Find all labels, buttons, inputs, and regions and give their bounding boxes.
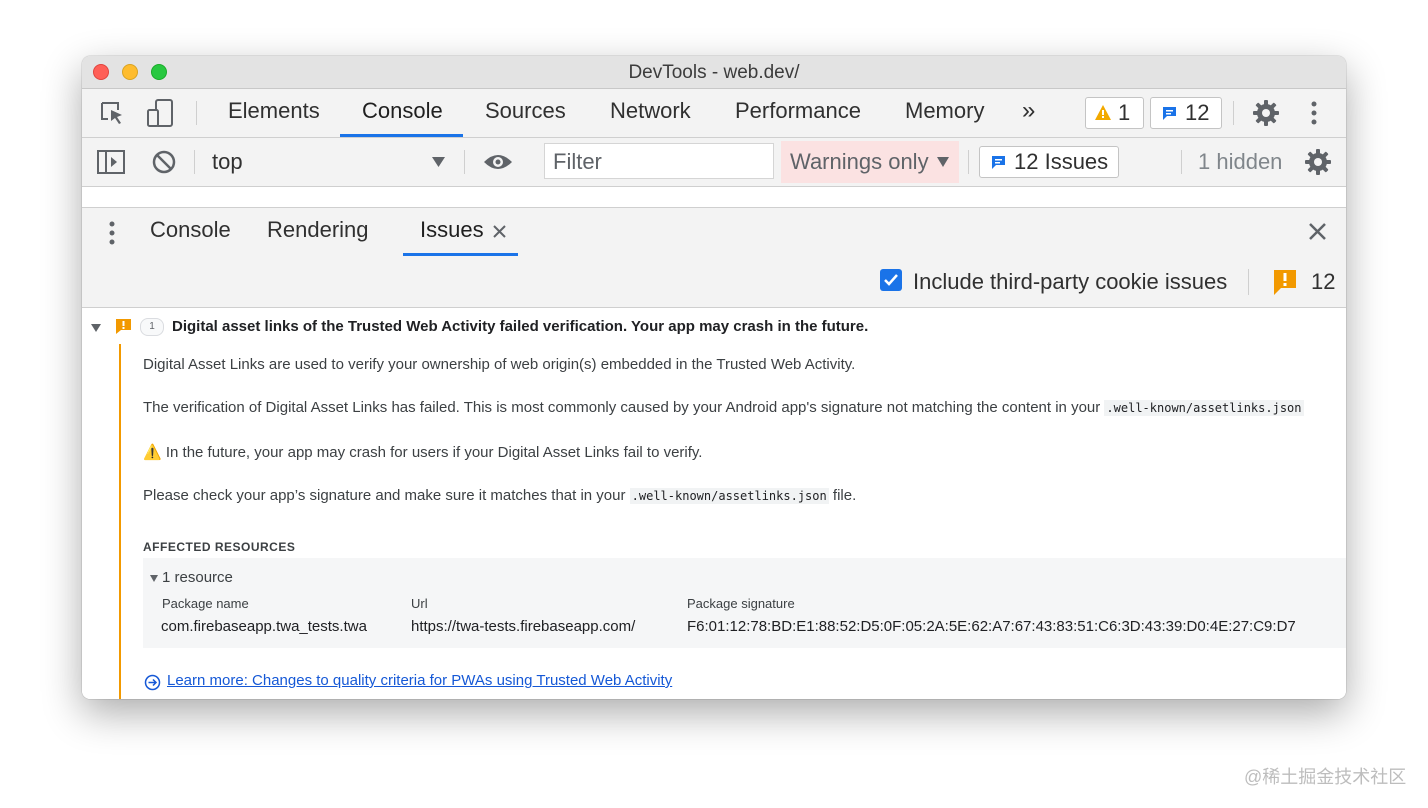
devtools-window: DevTools - web.dev/ Elements Console Sou…: [82, 56, 1346, 699]
messages-counter[interactable]: 12: [1150, 97, 1222, 129]
issue-warning-icon: [1274, 270, 1296, 295]
warnings-count: 1: [1118, 100, 1131, 125]
dropdown-arrow-icon: [937, 157, 949, 167]
window-title: DevTools - web.dev/: [628, 62, 800, 83]
assetlinks-path-code: .well-known/assetlinks.json: [1104, 400, 1304, 416]
messages-count: 12: [1185, 100, 1210, 125]
collapse-arrow-icon[interactable]: [150, 575, 158, 582]
affected-resources-heading: AFFECTED RESOURCES: [143, 540, 296, 554]
column-header-url: Url: [411, 596, 428, 611]
cell-package-name: com.firebaseapp.twa_tests.twa: [161, 618, 367, 635]
warnings-counter[interactable]: 1: [1085, 97, 1144, 129]
console-output-area: [82, 187, 1346, 207]
drawer-tab-rendering[interactable]: Rendering: [267, 208, 369, 256]
context-selector[interactable]: top: [212, 138, 450, 186]
drawer-tab-bar: Console Rendering Issues: [82, 207, 1346, 257]
issue-description-2-text: The verification of Digital Asset Links …: [143, 399, 1101, 416]
affected-resources-table: 1 resource Package name Url Package sign…: [143, 558, 1346, 648]
log-levels-value: Warnings only: [790, 149, 929, 174]
issue-description-1: Digital Asset Links are used to verify y…: [143, 356, 856, 373]
live-expression-eye-icon[interactable]: [483, 152, 513, 172]
issue-title[interactable]: Digital asset links of the Trusted Web A…: [172, 318, 868, 335]
title-bar: DevTools - web.dev/: [82, 56, 1346, 89]
close-tab-icon[interactable]: [493, 225, 506, 238]
toolbar-divider: [1233, 101, 1234, 125]
context-value: top: [212, 149, 243, 174]
device-toolbar-icon[interactable]: [145, 98, 175, 128]
issue-warning-icon: [116, 319, 131, 334]
include-third-party-checkbox[interactable]: [880, 269, 902, 291]
tab-elements[interactable]: Elements: [228, 89, 320, 137]
issue-description-4-suffix: file.: [832, 487, 857, 504]
tab-memory[interactable]: Memory: [905, 89, 984, 137]
toolbar-divider: [464, 150, 465, 174]
issues-total-count: 12: [1311, 269, 1336, 294]
issues-button-label: 12 Issues: [1014, 149, 1109, 174]
resource-toggle[interactable]: 1 resource: [162, 569, 233, 586]
issues-list: 1 Digital asset links of the Trusted Web…: [82, 308, 1346, 699]
tab-console[interactable]: Console: [362, 89, 443, 137]
toolbar-divider: [968, 150, 969, 174]
settings-gear-icon[interactable]: [1252, 99, 1280, 127]
issue-description-3-text: In the future, your app may crash for us…: [165, 444, 703, 461]
tab-performance[interactable]: Performance: [735, 89, 861, 137]
dropdown-arrow-icon: [432, 157, 445, 167]
cell-url: https://twa-tests.firebaseapp.com/: [411, 618, 636, 635]
occurrence-count-badge: 1: [140, 318, 164, 336]
toolbar-divider: [196, 101, 197, 125]
issue-description-2: The verification of Digital Asset Links …: [143, 399, 1304, 416]
issue-severity-bar: [119, 344, 121, 699]
learn-more-link[interactable]: Learn more: Changes to quality criteria …: [167, 672, 672, 689]
toolbar-divider: [1248, 269, 1249, 295]
issue-description-4-text: Please check your app’s signature and ma…: [143, 487, 626, 504]
more-options-icon[interactable]: [1310, 99, 1318, 127]
column-header-package-name: Package name: [162, 596, 249, 611]
watermark-text: @稀土掘金技术社区: [1244, 767, 1407, 787]
toolbar-divider: [1181, 150, 1182, 174]
cell-package-signature: F6:01:12:78:BD:E1:88:52:D5:0F:05:2A:5E:6…: [687, 618, 1296, 635]
assetlinks-path-code: .well-known/assetlinks.json: [629, 488, 829, 504]
main-toolbar: Elements Console Sources Network Perform…: [82, 89, 1346, 138]
learn-more-arrow-icon: [144, 674, 161, 691]
issue-description-4: Please check your app’s signature and ma…: [143, 487, 856, 504]
warning-emoji-icon: ⚠️: [143, 444, 162, 461]
filter-input[interactable]: Filter: [544, 143, 774, 179]
drawer-tab-console[interactable]: Console: [150, 208, 231, 256]
inspect-element-icon[interactable]: [98, 99, 126, 127]
message-icon: [992, 156, 1005, 169]
close-drawer-icon[interactable]: [1308, 222, 1327, 241]
active-tab-indicator: [340, 134, 463, 137]
issue-description-3: ⚠️ In the future, your app may crash for…: [143, 443, 702, 461]
warning-icon: [1095, 105, 1111, 120]
include-third-party-label[interactable]: Include third-party cookie issues: [913, 256, 1227, 307]
issues-toolbar: Include third-party cookie issues 12: [82, 256, 1346, 308]
sidebar-toggle-icon[interactable]: [96, 149, 126, 175]
message-icon: [1163, 107, 1176, 120]
console-settings-gear-icon[interactable]: [1304, 148, 1332, 176]
issues-button[interactable]: 12 Issues: [979, 146, 1119, 178]
tab-network[interactable]: Network: [610, 89, 691, 137]
clear-console-icon[interactable]: [151, 149, 177, 175]
hidden-messages-count: 1 hidden: [1198, 149, 1283, 174]
console-toolbar: top Filter Warnings only 12 Issues 1 hid…: [82, 138, 1346, 187]
more-tabs-chevron-icon[interactable]: »: [1022, 89, 1035, 137]
drawer-tab-issues[interactable]: Issues: [420, 208, 484, 256]
column-header-package-signature: Package signature: [687, 596, 795, 611]
tab-sources[interactable]: Sources: [485, 89, 566, 137]
drawer-menu-icon[interactable]: [108, 220, 116, 246]
log-levels-dropdown[interactable]: Warnings only: [781, 141, 959, 183]
toolbar-divider: [194, 150, 195, 174]
expand-arrow-icon[interactable]: [91, 324, 101, 332]
